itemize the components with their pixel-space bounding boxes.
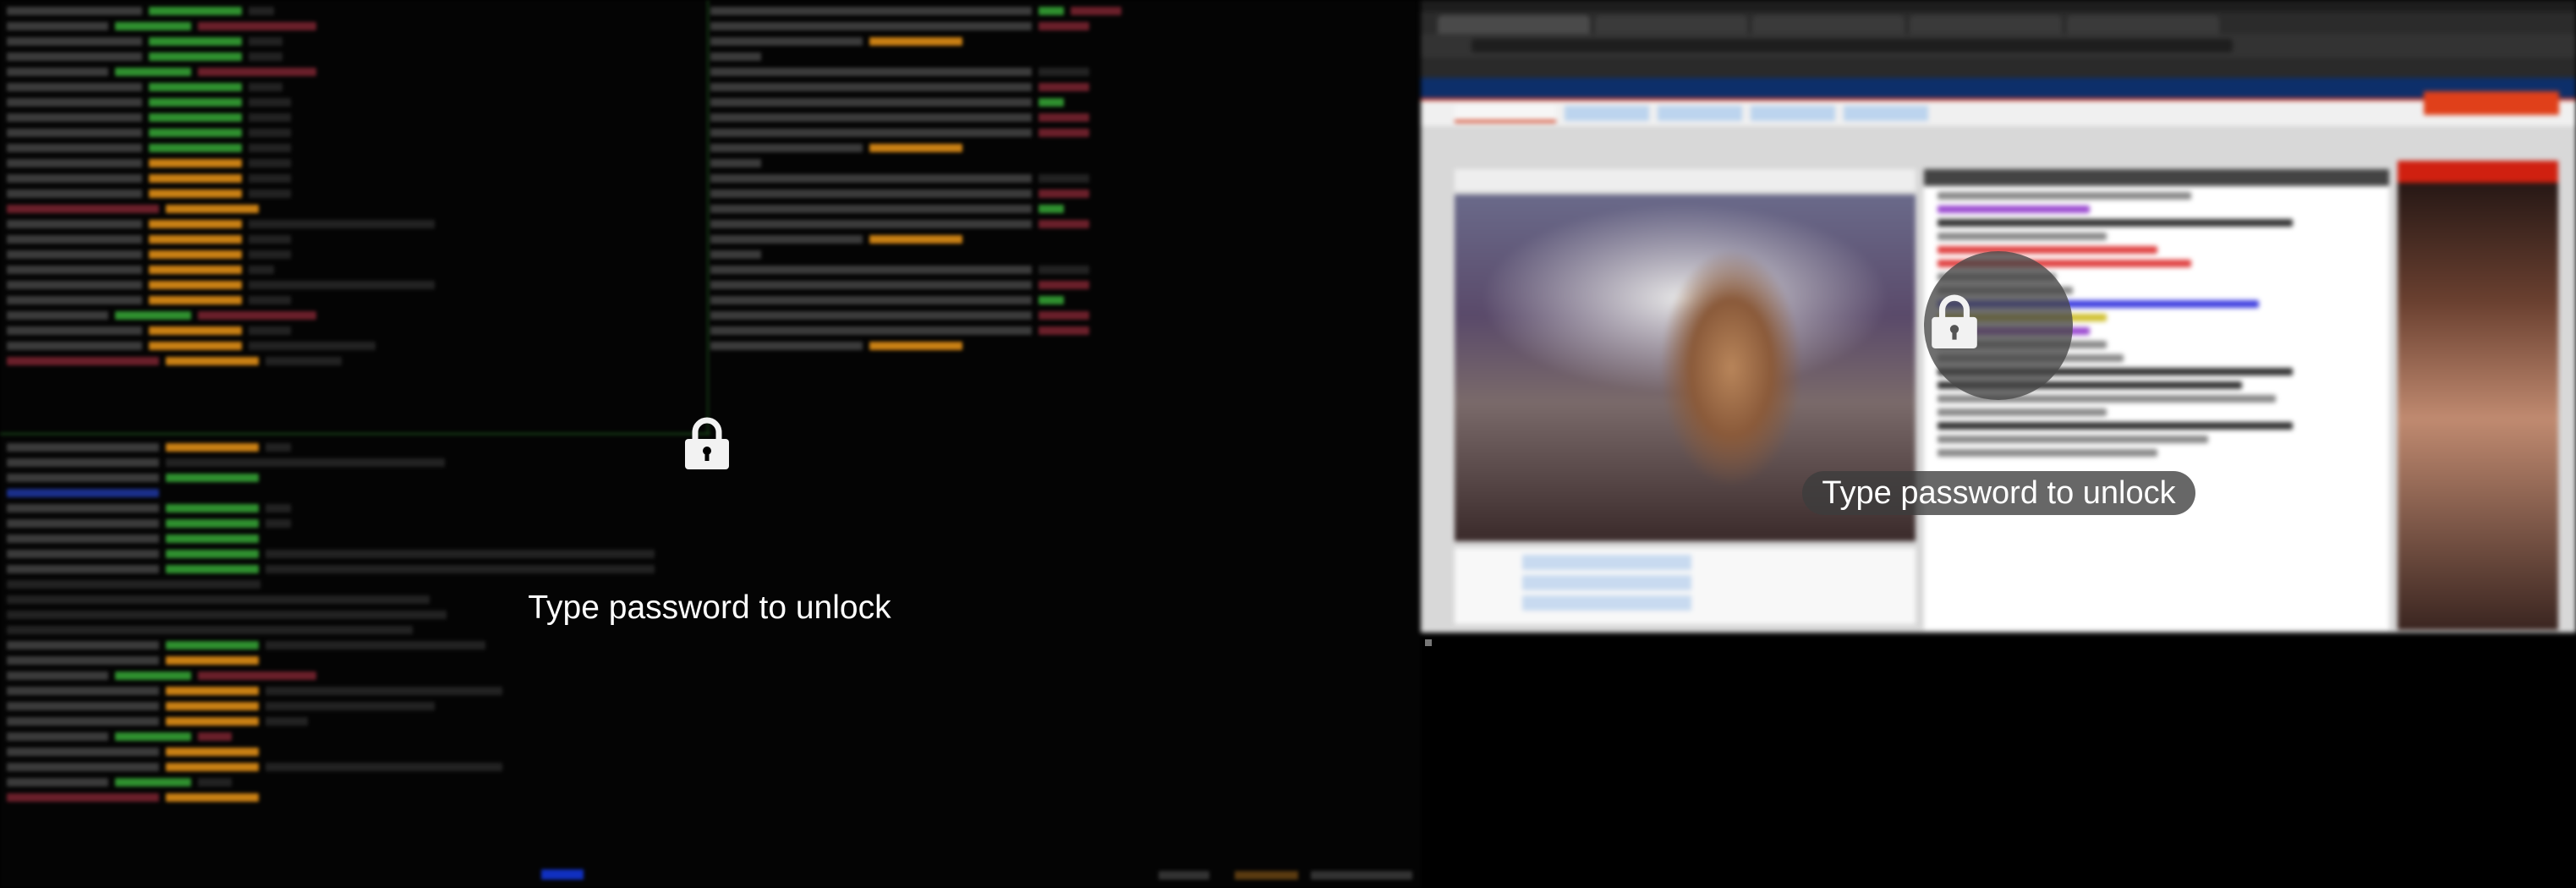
sidebar-ad — [2398, 161, 2558, 630]
terminal-pane-top-left — [7, 5, 435, 370]
chat-line — [1937, 422, 2293, 430]
video-info-row — [1522, 575, 1691, 590]
chat-line — [1937, 192, 2191, 200]
site-sub-tab — [1751, 106, 1835, 121]
chat-line — [1937, 436, 2208, 443]
terminal-pane-divider-vertical — [707, 0, 709, 433]
video-header — [1455, 169, 1916, 191]
lock-icon — [685, 417, 729, 469]
unlock-prompt: Type password to unlock — [1822, 474, 2176, 511]
browser-url-bar — [1421, 34, 2576, 58]
chat-line — [1937, 246, 2157, 254]
terminal-pane-top-right — [710, 5, 1121, 355]
browser-tab-strip — [1421, 12, 2576, 34]
site-nav-cta — [2424, 91, 2559, 115]
video-info-row — [1522, 595, 1691, 611]
site-sub-tab — [1658, 106, 1742, 121]
browser-bookmarks-bar — [1421, 58, 2576, 78]
chat-line — [1937, 408, 2107, 416]
video-info-row — [1522, 555, 1691, 570]
terminal-status-indicator — [541, 869, 584, 880]
unlock-prompt: Type password to unlock — [528, 589, 891, 626]
lock-icon — [1932, 294, 1977, 348]
browser-tab — [2067, 15, 2219, 34]
video-info-panel — [1455, 548, 1916, 624]
sidebar-ad-header — [2398, 161, 2558, 183]
chat-line — [1937, 206, 2090, 213]
site-sub-nav — [1421, 101, 2576, 126]
url-field — [1472, 39, 2233, 52]
site-sub-tab — [1844, 106, 1928, 121]
browser-tab — [1910, 15, 2062, 34]
site-sub-tab — [1455, 104, 1556, 123]
chat-header — [1924, 169, 2389, 186]
site-nav-bar — [1421, 78, 2576, 98]
chat-line — [1937, 449, 2157, 457]
browser-tab — [1438, 15, 1590, 34]
terminal-pane-divider-horizontal — [0, 433, 710, 435]
chat-line — [1937, 219, 2293, 227]
chat-line — [1937, 233, 2107, 240]
browser-title-bar — [1421, 0, 2576, 12]
unlock-prompt-pill: Type password to unlock — [1802, 471, 2195, 515]
browser-tab — [1595, 15, 1747, 34]
browser-tab — [1752, 15, 1905, 34]
terminal-status-bar-right — [1159, 871, 1412, 880]
site-sub-tab — [1565, 106, 1649, 121]
screen-indicator — [1425, 639, 1432, 646]
